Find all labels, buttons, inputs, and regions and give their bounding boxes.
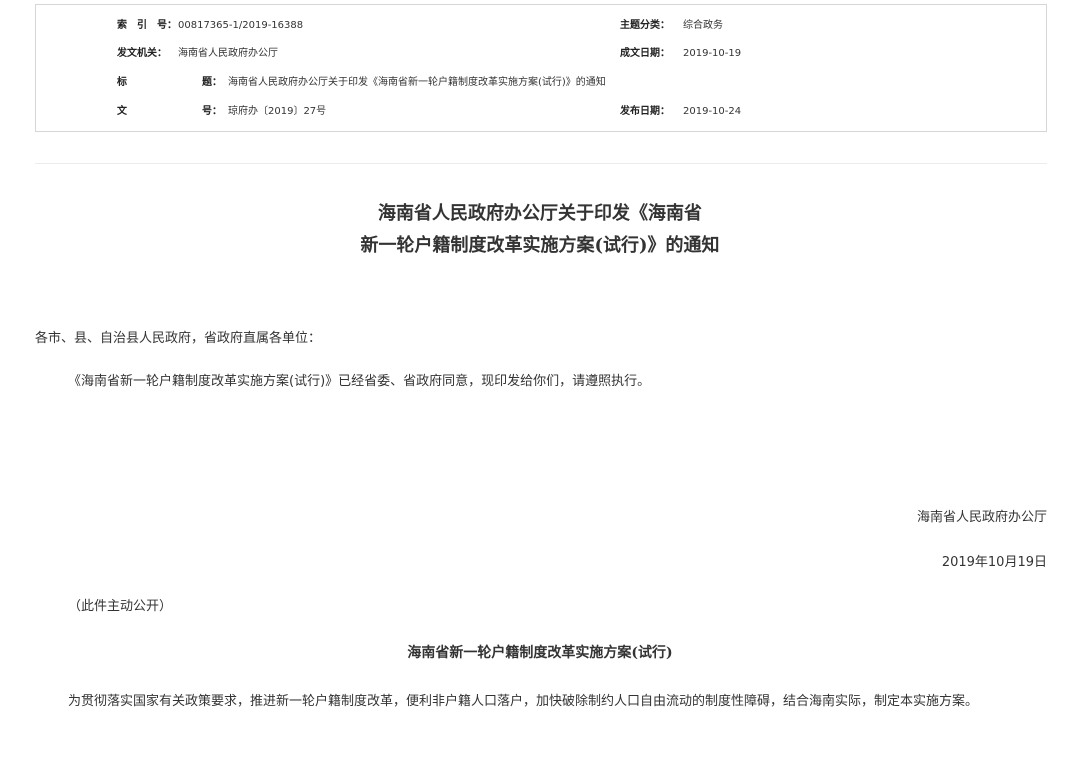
document-title-line-1: 海南省人民政府办公厅关于印发《海南省 [378, 203, 702, 224]
issuer-label: 发文机关： [117, 48, 167, 59]
docno-value: 琼府办〔2019〕27号 [228, 106, 327, 117]
title-value: 海南省人民政府办公厅关于印发《海南省新一轮户籍制度改革实施方案(试行)》的通知 [228, 77, 606, 88]
meta-row-index: 索 引 号： 00817365-1/2019-16388 主题分类： 综合政务 [36, 16, 1046, 36]
index-label: 索 引 号： [117, 20, 177, 31]
document-metadata-box: 索 引 号： 00817365-1/2019-16388 主题分类： 综合政务 … [35, 4, 1047, 132]
published-date-label: 发布日期： [620, 106, 670, 117]
issue-date: 2019年10月19日 [941, 555, 1047, 570]
created-date-value: 2019-10-19 [683, 48, 742, 59]
document-title-line-2: 新一轮户籍制度改革实施方案(试行)》的通知 [360, 235, 720, 256]
body-paragraph-2: 为贯彻落实国家有关政策要求，推进新一轮户籍制度改革，便利非户籍人口落户，加快破除… [68, 694, 979, 709]
index-value: 00817365-1/2019-16388 [178, 20, 304, 31]
docno-label-char: 文 [117, 106, 127, 117]
created-date-label: 成文日期： [620, 48, 670, 59]
plan-title: 海南省新一轮户籍制度改革实施方案(试行) [407, 645, 673, 661]
title-label-char: 标 [117, 77, 127, 88]
document-title: 海南省人民政府办公厅关于印发《海南省 新一轮户籍制度改革实施方案(试行)》的通知 [0, 198, 1080, 262]
public-note: （此件主动公开） [68, 599, 173, 614]
category-label: 主题分类： [620, 20, 670, 31]
published-date-value: 2019-10-24 [683, 106, 742, 117]
meta-row-docno: 文 号： 琼府办〔2019〕27号 发布日期： 2019-10-24 [36, 102, 1046, 122]
docno-label-suffix: 号： [202, 106, 222, 117]
meta-row-issuer: 发文机关： 海南省人民政府办公厅 成文日期： 2019-10-19 [36, 44, 1046, 64]
title-label-suffix: 题： [202, 77, 222, 88]
meta-row-title: 标 题： 海南省人民政府办公厅关于印发《海南省新一轮户籍制度改革实施方案(试行)… [36, 73, 1046, 93]
salutation: 各市、县、自治县人民政府，省政府直属各单位： [35, 331, 322, 346]
section-divider [35, 163, 1047, 164]
signer: 海南省人民政府办公厅 [916, 510, 1047, 525]
body-paragraph-1: 《海南省新一轮户籍制度改革实施方案(试行)》已经省委、省政府同意，现印发给你们，… [68, 374, 651, 389]
category-value: 综合政务 [683, 20, 723, 31]
issuer-value: 海南省人民政府办公厅 [178, 48, 278, 59]
